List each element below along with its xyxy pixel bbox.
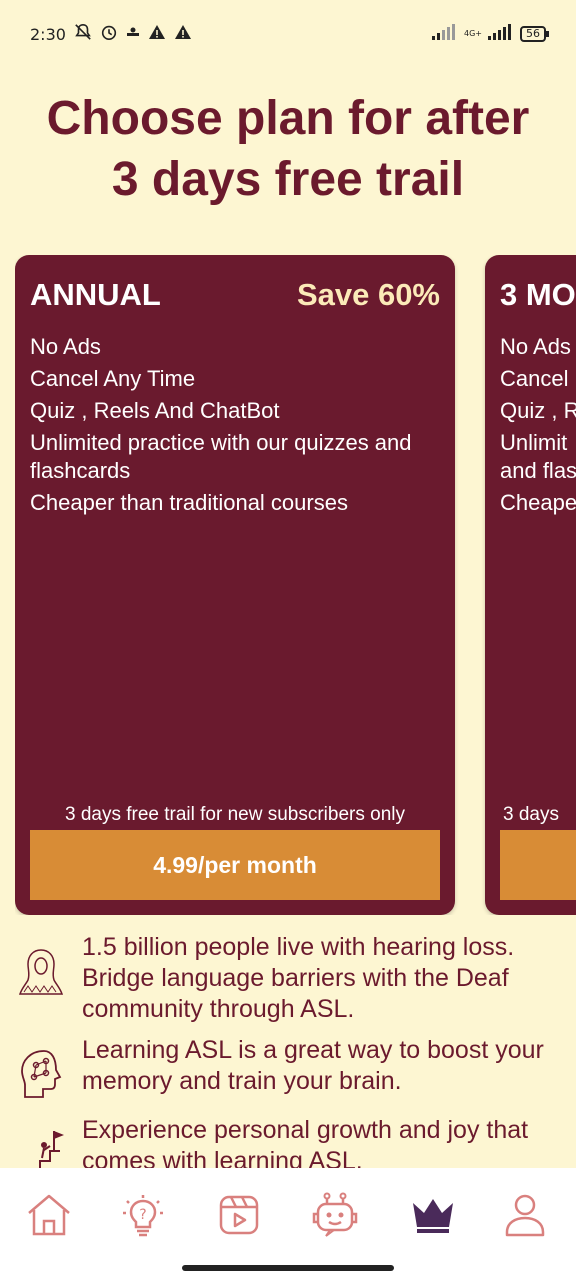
feature-item: No Ads xyxy=(500,334,571,359)
benefit-item: Learning ASL is a great way to boost you… xyxy=(14,1035,576,1105)
status-time: 2:30 xyxy=(30,24,66,44)
person-hair-icon xyxy=(14,942,68,1002)
feature-item: Quiz , Reels And ChatBot xyxy=(30,398,280,423)
alarm-icon xyxy=(100,23,118,45)
feature-item: and flas xyxy=(500,458,576,483)
title-line-2: 3 days free trail xyxy=(111,153,465,206)
benefit-item: Experience personal growth and joy that … xyxy=(14,1115,576,1168)
premium-crown-icon[interactable] xyxy=(408,1190,458,1240)
home-icon[interactable] xyxy=(24,1190,74,1240)
feature-list: No Ads Cancel Quiz , R Unlimit and flas … xyxy=(500,333,576,521)
page-title: Choose plan for after 3 days free trail xyxy=(0,88,576,210)
chatbot-icon[interactable] xyxy=(310,1190,360,1240)
profile-icon[interactable] xyxy=(500,1190,550,1240)
status-bar: 2:30 4G+ 56 xyxy=(0,0,576,68)
subscribe-button[interactable] xyxy=(500,830,576,900)
subscribe-button[interactable]: 4.99/per month xyxy=(30,830,440,900)
benefit-text: Experience personal growth and joy that … xyxy=(82,1116,529,1168)
benefit-text: 1.5 billion people live with hearing los… xyxy=(82,933,515,1023)
quiz-bulb-icon[interactable]: ? xyxy=(118,1190,168,1240)
bell-off-icon xyxy=(74,23,92,45)
feature-item: Cheaper than traditional courses xyxy=(30,490,348,515)
feature-item: Quiz , R xyxy=(500,398,576,423)
feature-item: Cancel xyxy=(500,366,569,391)
feature-item: Cancel Any Time xyxy=(30,366,196,391)
notification-icon xyxy=(126,25,140,44)
brain-head-icon xyxy=(14,1045,68,1105)
plan-name: ANNUAL xyxy=(30,277,161,312)
plan-card-3-month[interactable]: 3 MO No Ads Cancel Quiz , R Unlimit and … xyxy=(485,255,576,915)
feature-item: Unlimited practice with our quizzes and … xyxy=(30,430,412,483)
plan-carousel[interactable]: ANNUAL Save 60% No Ads Cancel Any Time Q… xyxy=(15,255,576,915)
warning-icon xyxy=(174,24,192,44)
feature-item: Cheape xyxy=(500,490,576,515)
warning-icon xyxy=(148,24,166,44)
home-indicator[interactable] xyxy=(182,1265,394,1271)
signal-icon xyxy=(488,24,514,44)
signal-icon xyxy=(432,24,458,44)
feature-item: Unlimit xyxy=(500,430,568,455)
svg-text:?: ? xyxy=(139,1207,146,1223)
benefits-list: 1.5 billion people live with hearing los… xyxy=(14,932,576,1168)
title-line-1: Choose plan for after xyxy=(46,92,530,145)
save-badge: Save 60% xyxy=(296,277,440,312)
bottom-nav: ? xyxy=(0,1168,576,1280)
benefit-item: 1.5 billion people live with hearing los… xyxy=(14,932,576,1025)
trial-note: 3 days free trail for new subscribers on… xyxy=(64,804,406,825)
reels-icon[interactable] xyxy=(214,1190,264,1240)
battery-icon: 56 xyxy=(520,26,549,42)
feature-item: No Ads xyxy=(30,334,101,359)
benefit-text: Learning ASL is a great way to boost you… xyxy=(82,1036,544,1095)
growth-stairs-icon xyxy=(14,1125,68,1168)
plan-card-annual[interactable]: ANNUAL Save 60% No Ads Cancel Any Time Q… xyxy=(15,255,455,915)
trial-note: 3 days xyxy=(503,804,559,825)
network-label: 4G+ xyxy=(464,29,482,38)
feature-list: No Ads Cancel Any Time Quiz , Reels And … xyxy=(30,333,440,521)
plan-name: 3 MO xyxy=(500,277,576,312)
